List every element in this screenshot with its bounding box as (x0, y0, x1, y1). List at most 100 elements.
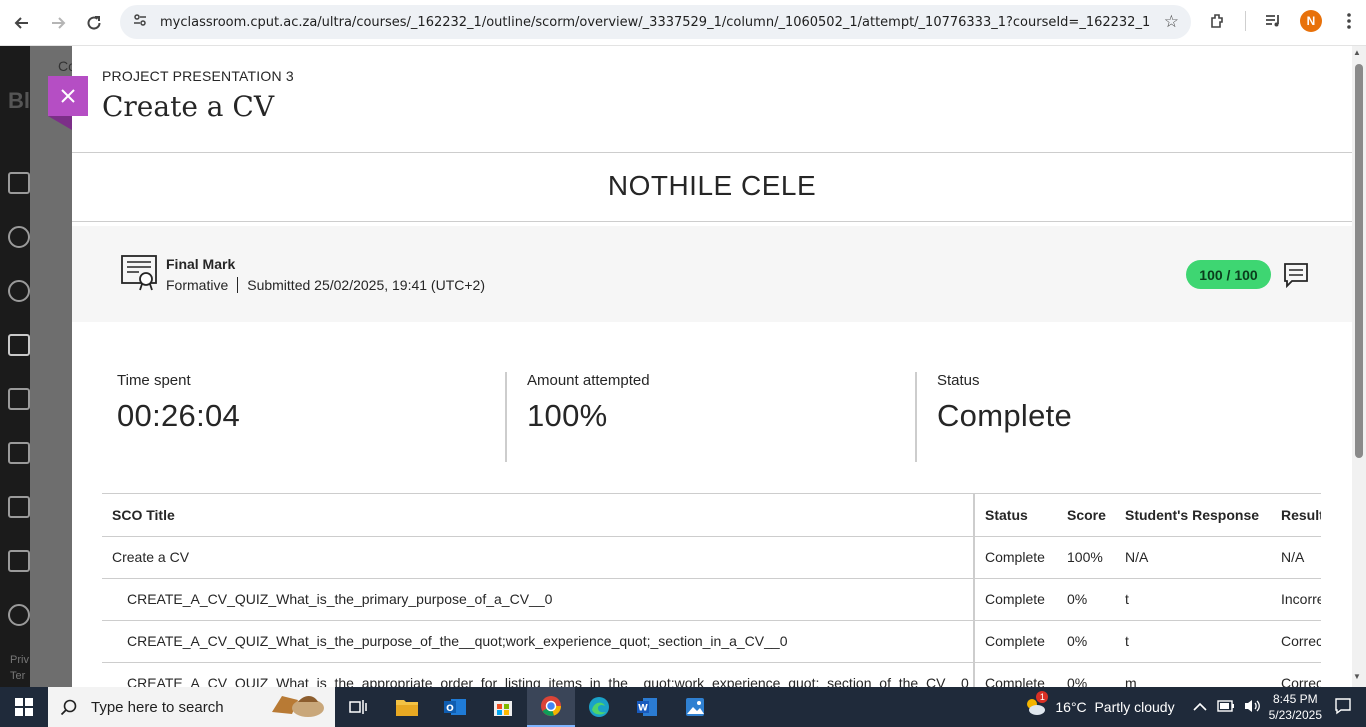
panel-kicker: PROJECT PRESENTATION 3 (102, 68, 294, 84)
reload-icon[interactable] (76, 5, 112, 41)
cell-response: t (1115, 620, 1271, 663)
submitted-date: Submitted 25/02/2025, 19:41 (UTC+2) (247, 277, 485, 293)
windows-logo-icon (15, 698, 33, 716)
grade-summary: Final Mark Formative Submitted 25/02/202… (72, 226, 1352, 322)
courses-icon (8, 334, 30, 356)
scroll-up-arrow-icon[interactable]: ▲ (1353, 48, 1361, 57)
background-privacy-fragment: Priv (10, 654, 29, 666)
stat-divider (505, 372, 507, 462)
background-logo-fragment: Bl (8, 88, 30, 113)
toolbar-separator (1245, 11, 1246, 31)
photos-icon[interactable] (671, 687, 719, 727)
battery-icon[interactable] (1216, 699, 1235, 715)
profile-avatar[interactable]: N (1300, 10, 1322, 32)
svg-text:W: W (638, 704, 648, 714)
globe-icon (8, 280, 30, 302)
student-name: NOTHILE CELE (607, 170, 817, 201)
cell-status: Complete (974, 536, 1057, 579)
cell-sco-title: CREATE_A_CV_QUIZ_What_is_the_primary_pur… (102, 578, 975, 621)
cell-sco-title: CREATE_A_CV_QUIZ_What_is_the_purpose_of_… (102, 620, 975, 663)
cell-status: Complete (974, 662, 1057, 687)
close-panel-button[interactable] (48, 76, 88, 116)
meta-separator (237, 277, 239, 293)
cell-score: 0% (1057, 620, 1115, 663)
background-sidebar: Bl Priv Ter (0, 46, 30, 687)
bookmark-star-icon[interactable]: ☆ (1164, 12, 1179, 32)
notifications-icon[interactable] (1334, 697, 1352, 718)
menu-kebab-icon[interactable] (1336, 8, 1362, 34)
cell-sco-title: CREATE_A_CV_QUIZ_What_is_the_appropriate… (102, 662, 975, 687)
address-bar[interactable]: myclassroom.cput.ac.za/ultra/courses/_16… (120, 5, 1191, 39)
search-placeholder[interactable]: Type here to search (91, 699, 224, 716)
score-badge[interactable]: 100 / 100 (1186, 260, 1271, 289)
system-tray: 1 16°C Partly cloudy 8:45 PM 5/23/2025 (1023, 687, 1366, 727)
logout-icon (8, 604, 30, 626)
cell-response: t (1115, 578, 1271, 621)
media-controls-icon[interactable] (1260, 8, 1286, 34)
back-icon[interactable] (4, 5, 40, 41)
grade-category: Formative (166, 277, 229, 293)
background-terms-fragment: Ter (10, 670, 26, 682)
final-mark-label: Final Mark (166, 256, 236, 272)
calendar-icon (8, 388, 30, 410)
cell-score: 0% (1057, 662, 1115, 687)
grades-icon (8, 496, 30, 518)
task-view-icon[interactable] (335, 687, 383, 727)
scroll-down-arrow-icon[interactable]: ▼ (1353, 672, 1361, 681)
stat-divider (915, 372, 917, 462)
outlook-icon[interactable]: O (431, 687, 479, 727)
url-text[interactable]: myclassroom.cput.ac.za/ultra/courses/_16… (160, 15, 1150, 30)
column-header-response: Student's Response (1115, 494, 1271, 537)
cell-result: Correct (1271, 620, 1321, 663)
cell-result: Correct (1271, 662, 1321, 687)
stat-value: 100% (527, 398, 608, 433)
tray-chevron-up-icon[interactable] (1193, 700, 1207, 715)
divider (72, 221, 1352, 222)
cell-status: Complete (974, 620, 1057, 663)
certificate-icon (121, 255, 157, 291)
chrome-icon[interactable] (527, 687, 575, 727)
stat-value: 00:26:04 (117, 398, 241, 433)
feedback-icon[interactable] (1283, 262, 1309, 288)
edit-icon (8, 550, 30, 572)
page-title: Create a CV (102, 90, 275, 123)
stat-amount-attempted: Amount attempted 100% (527, 372, 650, 434)
volume-icon[interactable] (1243, 698, 1261, 717)
edge-icon[interactable] (575, 687, 623, 727)
cell-score: 100% (1057, 536, 1115, 579)
svg-text:O: O (446, 704, 454, 714)
stat-label: Amount attempted (527, 372, 650, 389)
browser-toolbar: myclassroom.cput.ac.za/ultra/courses/_16… (0, 0, 1366, 46)
messages-icon (8, 442, 30, 464)
institution-icon (8, 172, 30, 194)
site-info-icon[interactable] (132, 12, 148, 33)
microsoft-store-icon[interactable] (479, 687, 527, 727)
background-content: Co (30, 46, 76, 687)
weather-text[interactable]: 16°C Partly cloudy (1055, 699, 1174, 715)
profile-icon (8, 226, 30, 248)
taskbar-search[interactable]: Type here to search (48, 687, 335, 727)
stat-label: Status (937, 372, 980, 389)
close-icon (61, 89, 75, 103)
cell-response: N/A (1115, 536, 1271, 579)
table-row: CREATE_A_CV_QUIZ_What_is_the_primary_pur… (102, 578, 1321, 621)
file-explorer-icon[interactable] (383, 687, 431, 727)
weather-icon[interactable]: 1 (1023, 690, 1049, 720)
scrollbar-thumb[interactable] (1355, 64, 1363, 458)
table-row: CREATE_A_CV_QUIZ_What_is_the_purpose_of_… (102, 620, 1321, 663)
forward-icon[interactable] (40, 5, 76, 41)
taskbar-clock[interactable]: 8:45 PM 5/23/2025 (1269, 691, 1322, 723)
start-button[interactable] (0, 687, 48, 727)
close-tile-fold (48, 116, 72, 130)
table-row: Create a CV Complete 100% N/A N/A (102, 536, 1321, 579)
search-highlight-icon[interactable] (268, 690, 330, 725)
word-icon[interactable]: W (623, 687, 671, 727)
extensions-icon[interactable] (1205, 8, 1231, 34)
clock-date: 5/23/2025 (1268, 708, 1322, 722)
weather-alert-badge: 1 (1036, 690, 1049, 703)
sco-table: SCO Title Status Score Student's Respons… (102, 493, 1321, 687)
stat-time-spent: Time spent 00:26:04 (117, 372, 240, 434)
cell-result: Incorrect (1271, 578, 1321, 621)
stat-status: Status Complete (937, 372, 1072, 434)
cell-score: 0% (1057, 578, 1115, 621)
